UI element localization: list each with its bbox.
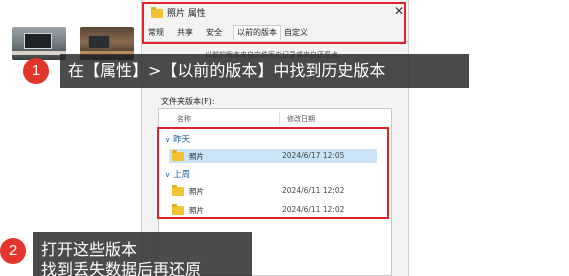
step-badge-2: 2 — [0, 238, 26, 264]
photo-thumbnail-desk[interactable] — [12, 27, 66, 60]
folder-versions-label: 文件夹版本(F): — [161, 97, 215, 106]
list-column-header: 名称 修改日期 — [159, 109, 391, 127]
highlight-versions-list — [157, 127, 389, 219]
callout-step-1: 在【属性】>【以前的版本】中找到历史版本 — [60, 54, 469, 88]
callout-step-2: 打开这些版本 找到丢失数据后再还原 — [33, 232, 252, 276]
column-name[interactable]: 名称 — [177, 114, 191, 124]
column-divider — [279, 112, 280, 124]
column-modified-date[interactable]: 修改日期 — [287, 114, 315, 124]
highlight-dialog-header — [142, 2, 406, 44]
callout-step-2-line1: 打开这些版本 — [41, 240, 138, 259]
step-badge-1: 1 — [23, 58, 49, 84]
tutorial-screenshot: 照片 属性 ✕ 常规 共享 安全 以前的版本 自定义 以前的版本来自文件历史记录… — [0, 0, 569, 276]
callout-step-2-line2: 找到丢失数据后再还原 — [41, 260, 202, 276]
